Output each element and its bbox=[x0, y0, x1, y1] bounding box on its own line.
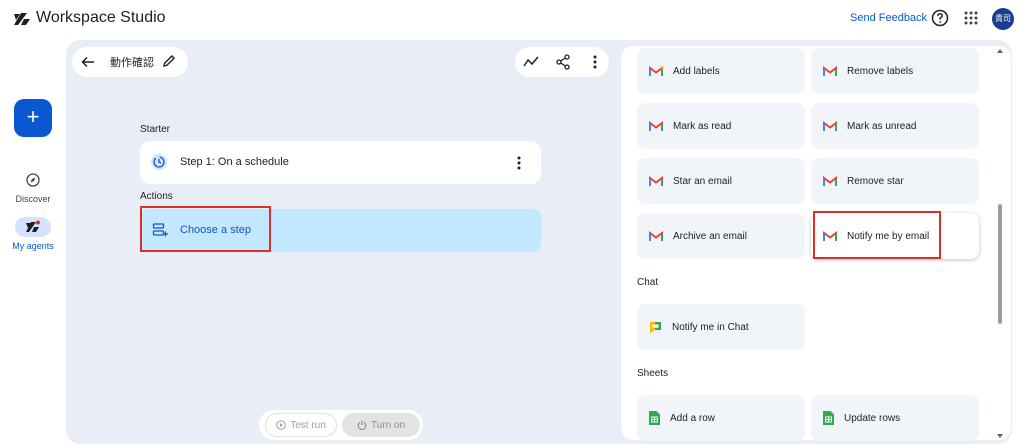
share-icon[interactable] bbox=[555, 54, 571, 70]
rail-label-my-agents: My agents bbox=[12, 241, 54, 251]
panel-scrollbar-thumb[interactable] bbox=[998, 204, 1002, 324]
tile-archive-an-email[interactable]: Archive an email bbox=[637, 213, 805, 259]
play-circle-icon bbox=[276, 420, 287, 430]
google-sheets-icon bbox=[823, 411, 834, 425]
gmail-icon bbox=[649, 230, 663, 241]
tile-label: Update rows bbox=[844, 412, 901, 424]
schedule-clock-icon bbox=[151, 154, 167, 170]
gmail-icon bbox=[649, 175, 663, 186]
section-sheets: Sheets bbox=[637, 368, 669, 379]
tile-remove-labels[interactable]: Remove labels bbox=[811, 48, 979, 94]
starter-step-text: Step 1: On a schedule bbox=[180, 156, 289, 168]
avatar[interactable]: 貴司 bbox=[992, 8, 1014, 30]
choose-step-label: Choose a step bbox=[180, 224, 251, 236]
tile-label: Notify me in Chat bbox=[672, 321, 749, 333]
tile-label: Star an email bbox=[673, 175, 732, 187]
tile-mark-as-unread[interactable]: Mark as unread bbox=[811, 103, 979, 149]
rail-agents-icon-wrap bbox=[15, 217, 51, 237]
starter-label: Starter bbox=[140, 124, 171, 135]
tile-update-rows[interactable]: Update rows bbox=[811, 395, 979, 441]
edit-pencil-icon[interactable] bbox=[162, 54, 176, 68]
turn-on-button[interactable]: Turn on bbox=[342, 413, 420, 437]
tile-label: Mark as read bbox=[673, 120, 732, 132]
add-step-icon bbox=[152, 223, 168, 237]
scroll-up-arrow-icon[interactable] bbox=[996, 47, 1004, 55]
tile-label: Remove star bbox=[847, 175, 904, 187]
help-icon[interactable] bbox=[931, 9, 949, 27]
tile-mark-as-read[interactable]: Mark as read bbox=[637, 103, 805, 149]
tile-notify-me-in-chat[interactable]: Notify me in Chat bbox=[637, 304, 805, 350]
top-bar: Workspace Studio Send Feedback 貴司 bbox=[0, 0, 1024, 40]
tile-label: Add a row bbox=[670, 412, 716, 424]
step-more-vert-icon[interactable] bbox=[512, 155, 526, 171]
agents-icon bbox=[26, 220, 40, 232]
more-vert-icon[interactable] bbox=[588, 54, 602, 70]
tile-label: Archive an email bbox=[673, 230, 747, 242]
gmail-icon bbox=[649, 65, 663, 76]
rail-item-discover[interactable]: Discover bbox=[0, 170, 66, 204]
turn-on-label: Turn on bbox=[370, 419, 406, 431]
test-run-label: Test run bbox=[290, 419, 326, 431]
step-trigger: On a schedule bbox=[217, 156, 289, 168]
compass-icon bbox=[26, 173, 40, 187]
gmail-icon bbox=[823, 65, 837, 76]
tile-label: Remove labels bbox=[847, 65, 914, 77]
studio-logo-icon[interactable] bbox=[13, 10, 31, 28]
create-button[interactable]: + bbox=[14, 99, 52, 137]
gmail-icon bbox=[823, 120, 837, 131]
rail-item-my-agents[interactable]: My agents bbox=[0, 217, 66, 251]
scroll-down-arrow-icon[interactable] bbox=[996, 432, 1004, 440]
tile-star-an-email[interactable]: Star an email bbox=[637, 158, 805, 204]
back-arrow-icon[interactable] bbox=[80, 54, 96, 70]
flow-title[interactable]: 動作確認 bbox=[110, 54, 154, 70]
tile-add-labels[interactable]: Add labels bbox=[637, 48, 805, 94]
rail-label-discover: Discover bbox=[15, 194, 51, 204]
tile-label: Add labels bbox=[673, 65, 720, 77]
tile-add-a-row[interactable]: Add a row bbox=[637, 395, 805, 441]
test-run-button[interactable]: Test run bbox=[265, 413, 337, 437]
send-feedback-link[interactable]: Send Feedback bbox=[850, 12, 927, 24]
apps-grid-icon[interactable] bbox=[963, 10, 979, 26]
step-number: Step 1: bbox=[180, 156, 215, 168]
gmail-icon bbox=[823, 175, 837, 186]
rail-discover-icon-wrap bbox=[15, 170, 51, 190]
actions-label: Actions bbox=[140, 191, 173, 202]
app-title: Workspace Studio bbox=[36, 9, 166, 26]
google-chat-icon bbox=[650, 321, 661, 333]
tile-remove-star[interactable]: Remove star bbox=[811, 158, 979, 204]
notify-by-email-highlight bbox=[813, 211, 941, 259]
section-chat: Chat bbox=[637, 277, 659, 288]
power-icon bbox=[357, 420, 367, 430]
tile-label: Mark as unread bbox=[847, 120, 917, 132]
gmail-icon bbox=[649, 120, 663, 131]
google-sheets-icon bbox=[649, 411, 660, 425]
activity-trend-icon[interactable] bbox=[523, 54, 539, 70]
